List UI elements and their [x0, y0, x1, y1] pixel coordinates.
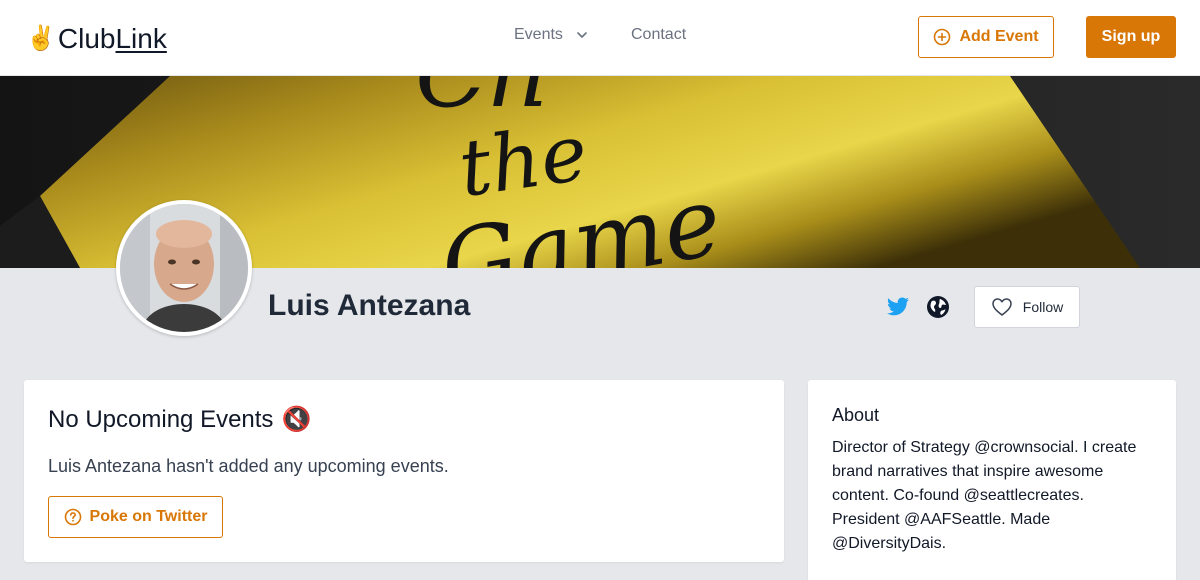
about-heading: About	[832, 405, 880, 425]
no-events-message: Luis Antezana hasn't added any upcoming …	[48, 456, 449, 476]
poke-label: Poke on Twitter	[89, 508, 208, 525]
events-heading-text: No Upcoming Events	[48, 406, 274, 433]
about-bio: Director of Strategy @crownsocial. I cre…	[832, 439, 1137, 552]
nav-events-label: Events	[514, 26, 563, 43]
muted-speaker-icon: 🔇	[281, 406, 312, 433]
follow-button[interactable]: Follow	[974, 286, 1080, 328]
nav-events-dropdown[interactable]: Events	[514, 26, 589, 44]
twitter-icon[interactable]	[886, 295, 910, 319]
site-header: ✌️ Club Link Events Contact Add Event Si…	[0, 0, 1200, 76]
follow-label: Follow	[1022, 299, 1064, 315]
sign-up-button[interactable]: Sign up	[1086, 16, 1176, 58]
globe-icon[interactable]	[926, 295, 950, 319]
nav-contact-link[interactable]: Contact	[631, 26, 686, 44]
victory-hand-icon: ✌️	[26, 25, 56, 52]
logo-text-club: Club	[57, 23, 116, 54]
poke-on-twitter-button[interactable]: Poke on Twitter	[48, 496, 223, 538]
logo-text-link: Link	[115, 23, 167, 54]
about-card: About Director of Strategy @crownsocial.…	[808, 380, 1176, 580]
plus-circle-icon	[934, 28, 951, 46]
heart-icon	[992, 298, 1012, 316]
events-heading: No Upcoming Events 🔇	[48, 404, 311, 436]
events-card: No Upcoming Events 🔇 Luis Antezana hasn'…	[24, 380, 784, 562]
avatar-photo	[120, 204, 248, 332]
clublink-logo[interactable]: ✌️ Club Link	[26, 22, 167, 56]
add-event-label: Add Event	[959, 28, 1039, 45]
add-event-button[interactable]: Add Event	[918, 16, 1054, 58]
profile-avatar	[116, 200, 252, 336]
profile-name: Luis Antezana	[268, 289, 471, 322]
chevron-down-icon	[577, 32, 587, 38]
question-circle-icon	[64, 508, 81, 526]
